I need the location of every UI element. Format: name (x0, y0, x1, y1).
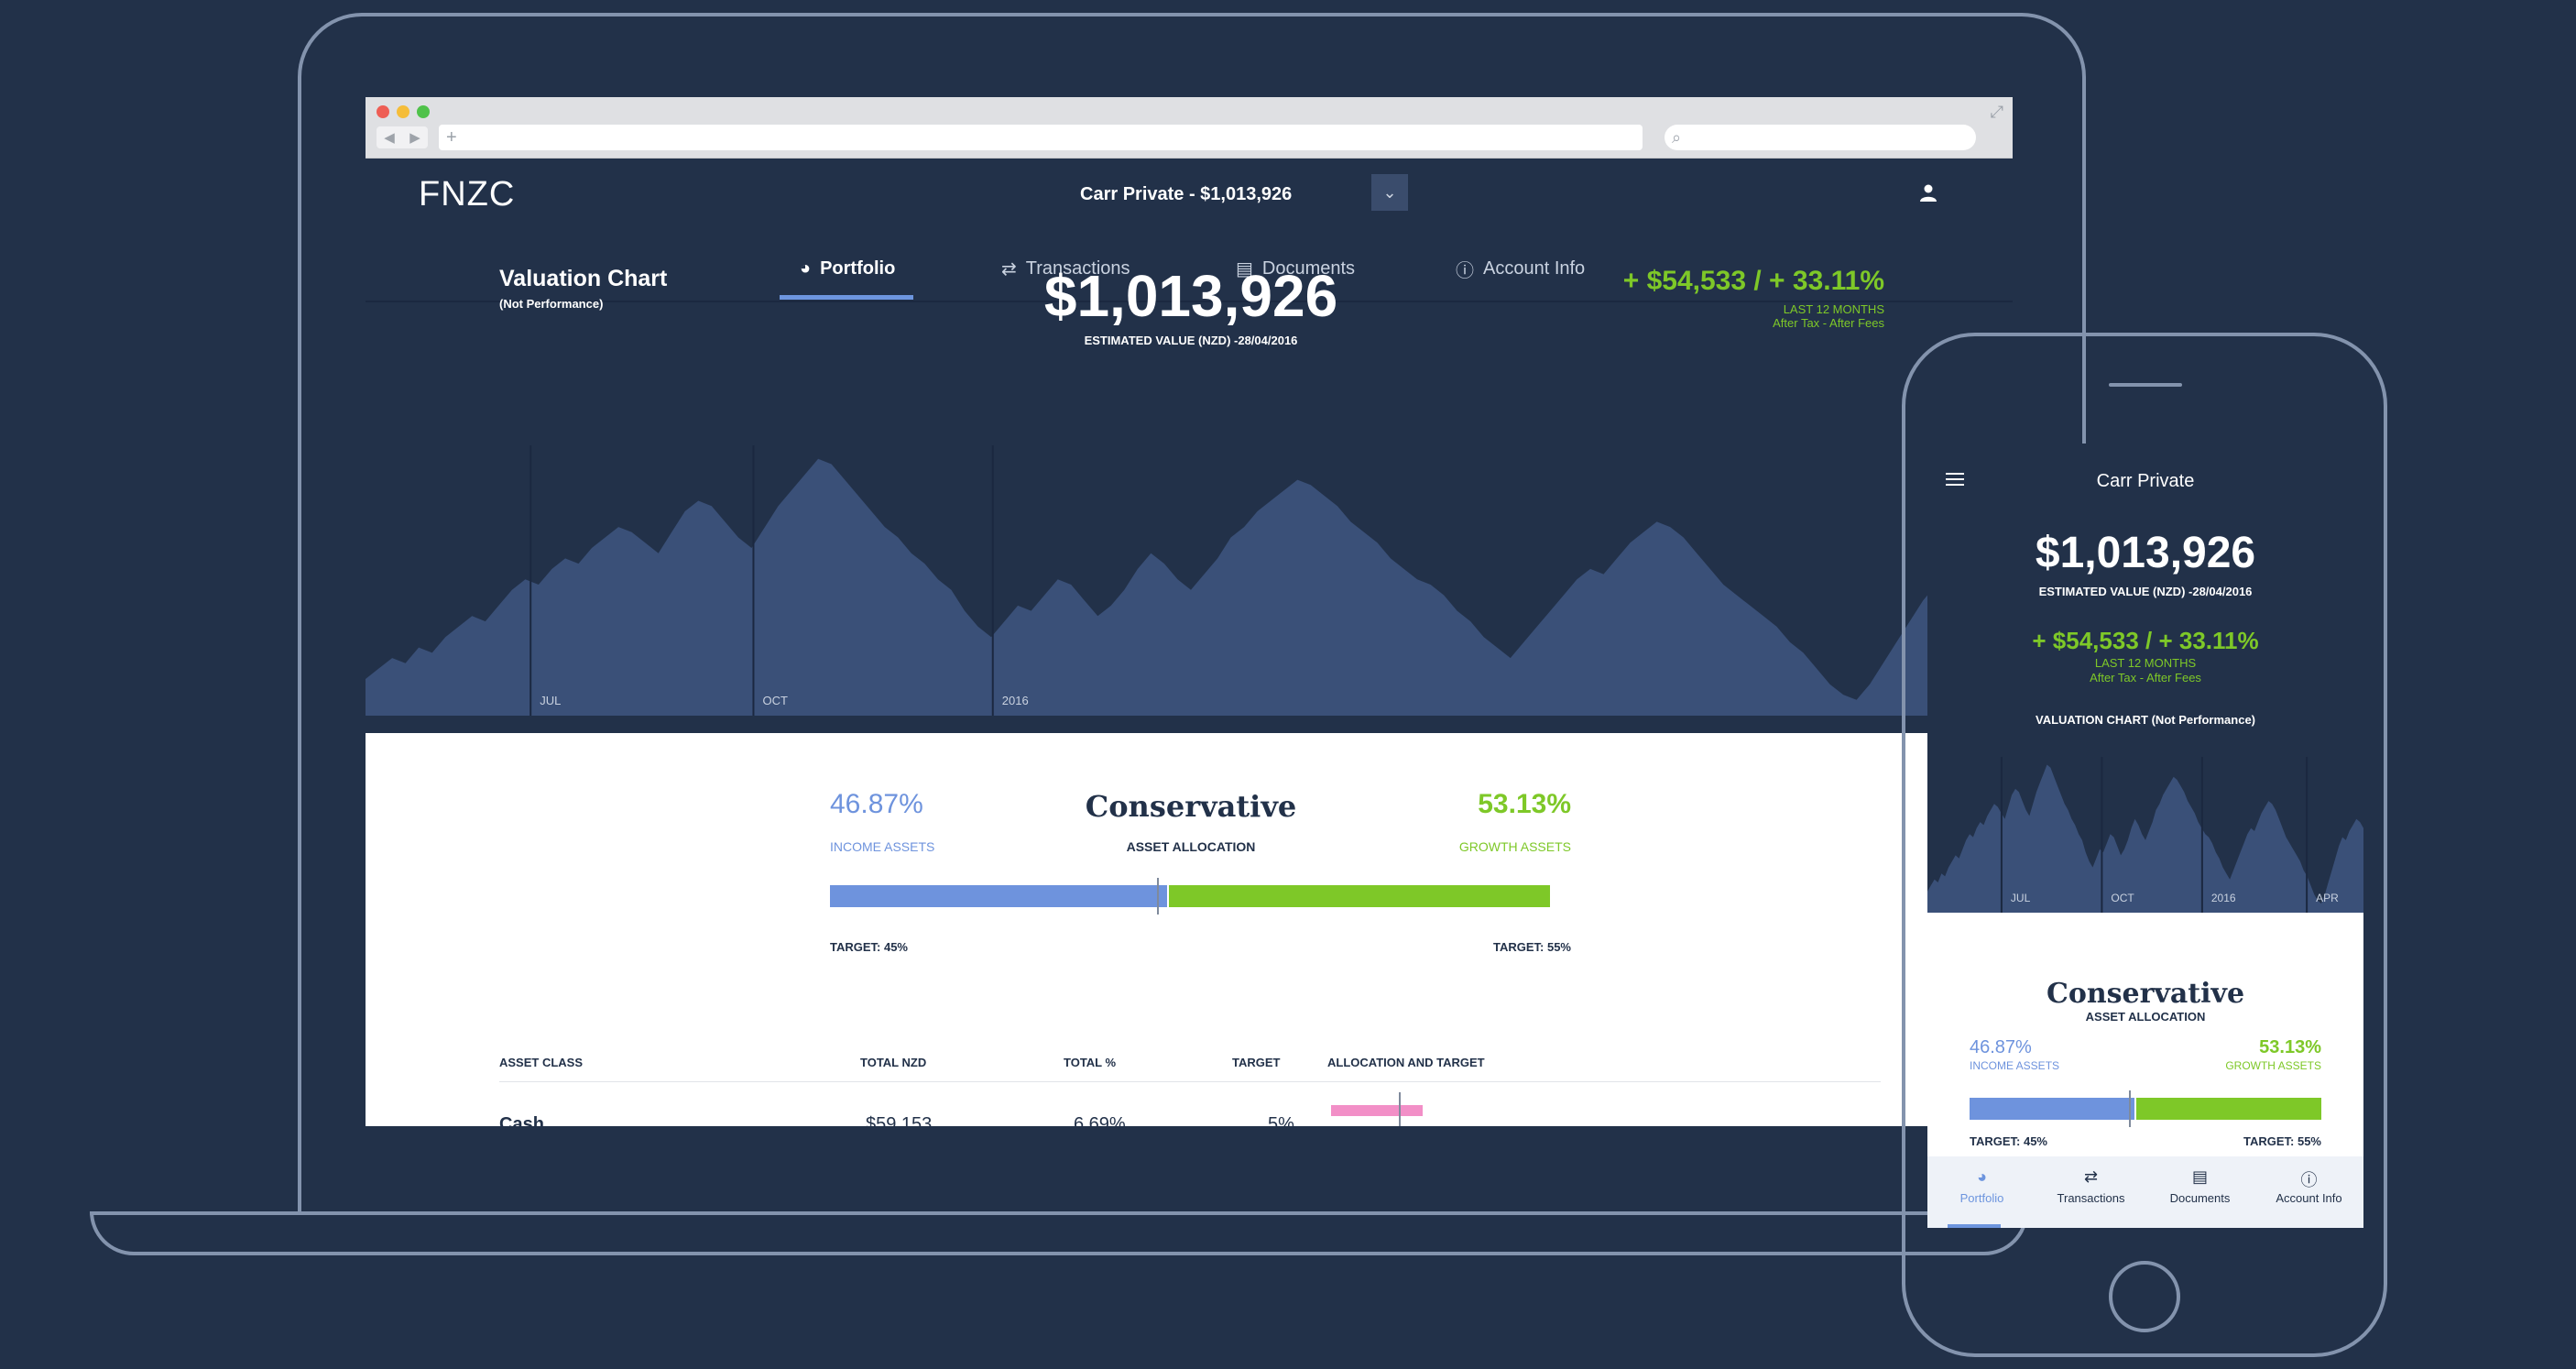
valuation-chart-svg: JUL OCT 2016 (366, 445, 2013, 716)
change-period-label: LAST 12 MONTHS (1783, 302, 1884, 316)
search-icon: ⌕ (1672, 128, 1682, 147)
col-header-total-nzd[interactable]: TOTAL NZD (860, 1056, 926, 1069)
growth-allocation-bar (1169, 885, 1550, 907)
phone-income-percent: 46.87% (1970, 1037, 2032, 1057)
phone-screen: Carr Private $1,013,926 ESTIMATED VALUE … (1927, 444, 2363, 1228)
phone-growth-bar (2135, 1098, 2321, 1120)
close-window-button[interactable] (377, 105, 389, 118)
phone-growth-label: GROWTH ASSETS (2225, 1059, 2321, 1072)
growth-assets-label: GROWTH ASSETS (1458, 839, 1571, 854)
phone-tax-note: After Tax - After Fees (2090, 671, 2201, 684)
browser-search-field[interactable]: ⌕ (1665, 125, 1976, 150)
url-bar[interactable]: + (439, 125, 1643, 150)
x-tick-label: OCT (762, 694, 788, 707)
phone-home-button[interactable] (2109, 1261, 2180, 1332)
phone-valuation-chart-label: VALUATION CHART (Not Performance) (2035, 713, 2256, 727)
table-divider (499, 1081, 1881, 1082)
x-tick-label: APR (2316, 892, 2339, 904)
nav-label: Portfolio (1959, 1191, 2004, 1205)
phone-change-period: LAST 12 MONTHS (2094, 656, 2197, 670)
maximize-window-button[interactable] (417, 105, 430, 118)
user-icon[interactable] (1918, 182, 1938, 203)
browser-window: ◀ ▶ + ⌕ ⤢ FNZC Carr Private - $1,013,926… (366, 97, 2013, 1126)
phone-income-label: INCOME ASSETS (1970, 1059, 2060, 1072)
x-tick-label: 2016 (2211, 892, 2236, 904)
x-tick-label: 2016 (1002, 694, 1029, 707)
x-tick-label: OCT (2111, 892, 2134, 904)
valuation-area-series (366, 458, 2013, 716)
estimated-value-label: ESTIMATED VALUE (NZD) -28/04/2016 (1084, 334, 1298, 347)
account-dropdown-button[interactable]: ⌄ (1371, 174, 1408, 211)
phone-nav-account-info[interactable]: ⓘ Account Info (2254, 1156, 2363, 1228)
tax-note: After Tax - After Fees (1773, 316, 1884, 330)
phone-income-target: TARGET: 45% (1970, 1134, 2047, 1148)
phone-estimated-value-label: ESTIMATED VALUE (NZD) -28/04/2016 (2038, 585, 2253, 598)
phone-income-bar (1970, 1098, 2134, 1120)
allocation-profile-title: Conservative (1085, 789, 1297, 824)
back-icon[interactable]: ◀ (384, 129, 395, 146)
minimize-window-button[interactable] (397, 105, 409, 118)
nav-label: Account Info (2276, 1191, 2342, 1205)
target-marker (1157, 878, 1159, 914)
account-selector[interactable]: Carr Private - $1,013,926 (1080, 184, 1292, 205)
fullscreen-icon[interactable]: ⤢ (1991, 103, 2003, 122)
phone-nav-documents[interactable]: ▤ Documents (2145, 1156, 2254, 1228)
phone-asset-allocation-label: ASSET ALLOCATION (2085, 1010, 2206, 1024)
col-header-allocation-and-target[interactable]: ALLOCATION AND TARGET (1327, 1056, 1485, 1069)
phone-account-title: Carr Private (2096, 471, 2195, 491)
phone-estimated-value: $1,013,926 (2035, 529, 2256, 577)
income-target: TARGET: 45% (830, 940, 908, 954)
phone-speaker (2109, 383, 2182, 387)
phone-twelve-month-change: + $54,533 / + 33.11% (2032, 627, 2259, 654)
laptop-base-outline (90, 1211, 2028, 1255)
history-nav: ◀ ▶ (377, 126, 428, 148)
documents-icon: ▤ (2191, 1167, 2208, 1186)
pie-chart-icon: ◕ (1977, 1167, 1987, 1186)
phone-target-marker (2129, 1090, 2131, 1127)
forward-icon[interactable]: ▶ (409, 129, 420, 146)
phone-nav-portfolio[interactable]: ◕ Portfolio (1927, 1156, 2036, 1228)
growth-target: TARGET: 55% (1493, 940, 1571, 954)
phone-growth-percent: 53.13% (2259, 1037, 2321, 1057)
col-header-target[interactable]: TARGET (1232, 1056, 1280, 1069)
phone-allocation-title: Conservative (2046, 978, 2245, 1010)
asset-allocation-label: ASSET ALLOCATION (1126, 839, 1256, 854)
cell-target: 5% (1268, 1114, 1294, 1126)
phone-active-nav-indicator (1948, 1224, 2001, 1228)
cash-allocation-bar (1331, 1105, 1423, 1116)
col-header-total-percent[interactable]: TOTAL % (1064, 1056, 1116, 1069)
nav-label: Documents (2169, 1191, 2231, 1205)
valuation-area-series (1927, 764, 2363, 913)
cell-asset-class: Cash (499, 1114, 544, 1126)
phone-bottom-nav: ◕ Portfolio ⇄ Transactions ▤ Documents ⓘ… (1927, 1156, 2363, 1228)
browser-toolbar: ◀ ▶ + ⌕ ⤢ (366, 97, 2013, 159)
info-icon: ⓘ (2300, 1171, 2318, 1189)
phone-nav-transactions[interactable]: ⇄ Transactions (2036, 1156, 2145, 1228)
phone-growth-target: TARGET: 55% (2243, 1134, 2321, 1148)
cell-total-percent: 6.69% (1074, 1114, 1126, 1126)
twelve-month-change: + $54,533 / + 33.11% (1622, 266, 1884, 296)
income-allocation-bar (830, 885, 1168, 907)
valuation-area-chart: JUL OCT 2016 (366, 445, 2013, 716)
new-tab-icon[interactable]: + (446, 127, 457, 148)
swap-arrows-icon: ⇄ (2083, 1167, 2099, 1186)
phone-valuation-chart: JUL OCT 2016 APR (1927, 757, 2363, 913)
x-tick-label: JUL (2011, 892, 2031, 904)
nav-label: Transactions (2057, 1191, 2125, 1205)
cell-total-nzd: $59,153 (866, 1114, 933, 1126)
cash-target-marker (1399, 1092, 1401, 1126)
col-header-asset-class[interactable]: ASSET CLASS (499, 1056, 583, 1069)
chevron-down-icon: ⌄ (1382, 183, 1397, 202)
growth-assets-percent: 53.13% (1478, 789, 1571, 819)
fnzc-logo[interactable]: FNZC (419, 175, 515, 214)
x-tick-label: JUL (540, 694, 561, 707)
